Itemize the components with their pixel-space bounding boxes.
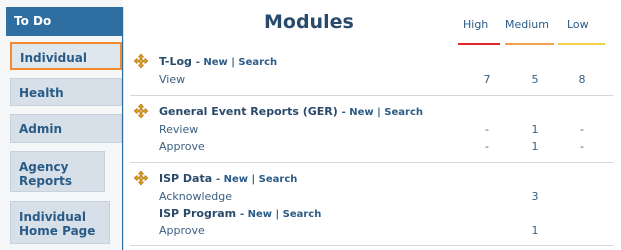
section-links: - New | Search: [216, 174, 298, 185]
low-priority-bar: [558, 43, 605, 45]
section-title-text: ISP Program: [159, 207, 237, 220]
sidebar-item-individual-home-page[interactable]: Individual Home Page: [10, 201, 110, 244]
new-link[interactable]: New: [349, 107, 373, 118]
count-high: -: [485, 140, 489, 153]
count-medium[interactable]: 3: [525, 190, 545, 203]
column-header-medium: Medium: [505, 18, 549, 31]
modules-panel: Modules High Medium Low T-Log - New | Se…: [123, 7, 615, 250]
search-link[interactable]: Search: [238, 57, 277, 68]
section-links: - New | Search: [195, 57, 278, 68]
count-medium[interactable]: 1: [525, 140, 545, 153]
app-root: To Do Individual Health Admin Agency Rep…: [0, 0, 621, 250]
count-medium[interactable]: 5: [525, 73, 545, 86]
page-title: Modules: [264, 11, 354, 33]
sidebar-item-agency-reports[interactable]: Agency Reports: [10, 151, 105, 192]
link-separator: |: [377, 107, 381, 118]
new-link[interactable]: New: [203, 57, 227, 68]
search-link[interactable]: Search: [259, 174, 298, 185]
sidebar-item-label: Individual Home Page: [19, 210, 96, 238]
move-icon[interactable]: [134, 104, 148, 118]
count-medium[interactable]: 1: [525, 123, 545, 136]
sidebar-item-label: Agency Reports: [19, 160, 73, 188]
sidebar-item-health[interactable]: Health: [10, 78, 122, 106]
count-low[interactable]: 8: [572, 73, 592, 86]
sidebar-item-individual[interactable]: Individual: [10, 42, 122, 70]
section-title-text: ISP Data: [159, 172, 213, 185]
section-title-t-log: T-Log - New | Search: [159, 55, 277, 68]
row-label-approve[interactable]: Approve: [159, 140, 205, 153]
row-label-acknowledge[interactable]: Acknowledge: [159, 190, 232, 203]
count-high[interactable]: 7: [477, 73, 497, 86]
count-low: -: [580, 123, 584, 136]
count-low: -: [580, 140, 584, 153]
medium-priority-bar: [505, 43, 554, 45]
new-link[interactable]: New: [224, 174, 248, 185]
search-link[interactable]: Search: [384, 107, 423, 118]
move-icon[interactable]: [134, 171, 148, 185]
column-header-low: Low: [567, 18, 589, 31]
link-separator: |: [251, 174, 256, 185]
sidebar: To Do Individual Health Admin Agency Rep…: [0, 0, 123, 250]
section-divider: [130, 245, 613, 246]
high-priority-bar: [458, 43, 500, 45]
count-medium[interactable]: 1: [525, 224, 545, 237]
section-title-text: General Event Reports (GER): [159, 105, 338, 118]
section-title-isp-data: ISP Data - New | Search: [159, 172, 297, 185]
sidebar-item-label: Health: [19, 86, 64, 100]
column-header-high: High: [463, 18, 489, 31]
sidebar-item-label: Admin: [19, 122, 63, 136]
search-link[interactable]: Search: [283, 209, 322, 220]
section-title-ger: General Event Reports (GER) - New | Sear…: [159, 105, 423, 118]
row-label-view[interactable]: View: [159, 73, 185, 86]
link-separator: |: [231, 57, 235, 68]
todo-header: To Do: [6, 7, 122, 36]
move-icon[interactable]: [134, 54, 148, 68]
new-link[interactable]: New: [248, 209, 272, 220]
row-label-review[interactable]: Review: [159, 123, 198, 136]
section-links: - New | Search: [341, 107, 424, 118]
section-title-isp-program: ISP Program - New | Search: [159, 207, 321, 220]
sidebar-item-label: Individual: [20, 51, 87, 65]
section-title-text: T-Log: [159, 55, 192, 68]
section-links: - New | Search: [239, 209, 322, 220]
row-label-approve[interactable]: Approve: [159, 224, 205, 237]
link-separator: |: [275, 209, 280, 220]
sidebar-item-admin[interactable]: Admin: [10, 114, 122, 143]
section-divider: [130, 162, 613, 163]
section-divider: [130, 95, 613, 96]
count-high: -: [485, 123, 489, 136]
